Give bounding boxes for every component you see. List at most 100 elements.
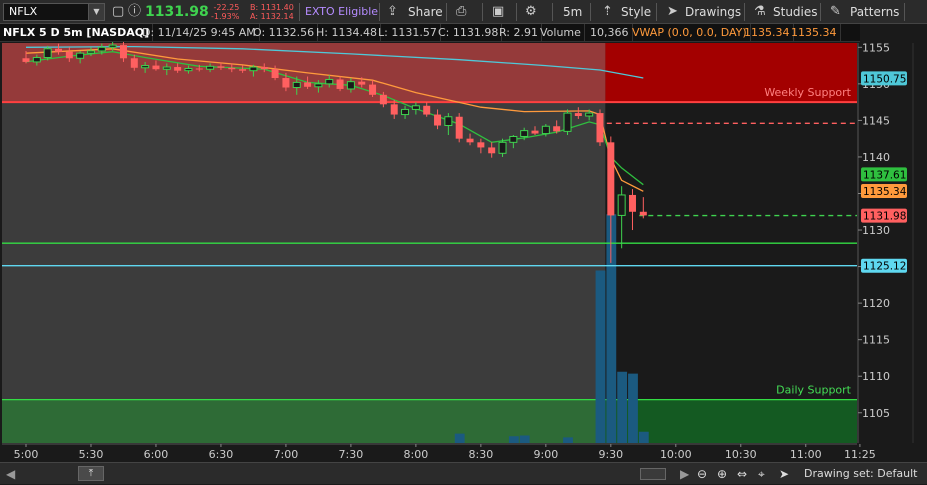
price-tick-label: 1130 [862,224,890,237]
candle-body [379,94,387,105]
vwap-label: VWAP (0.0, 0.0, DAY) [629,24,751,41]
scroll-left-icon[interactable]: ◀ [6,463,15,485]
volume-bar [508,436,519,443]
volume-bar [454,433,465,443]
share-button[interactable]: Share [408,0,443,24]
net-change: -22.25 [213,3,240,12]
link-icon[interactable]: ▢ [112,0,124,24]
drawings-button[interactable]: Drawings [685,0,741,24]
pan-icon[interactable]: ⇔ [737,463,747,485]
volume-bar [606,214,617,443]
candle-body [76,52,85,59]
header-range: R: 2.91 [496,24,542,41]
scroll-right-icon[interactable]: ▶ [680,463,689,485]
candle-body [401,108,410,116]
toolbar-separator [379,3,380,21]
time-tick-label: 7:00 [274,448,299,461]
time-tick-label: 11:00 [790,448,822,461]
cursor-icon[interactable]: ➤ [667,0,678,24]
gear-icon[interactable]: ⚙ [525,0,537,24]
screen-icon[interactable]: ▣ [492,0,504,24]
price-tick-label: 1145 [862,114,890,127]
candle-body [639,211,647,216]
info-icon[interactable]: ⓘ [128,0,141,24]
flask-icon[interactable]: ⚗ [754,0,766,24]
style-icon[interactable]: ⇡ [602,0,613,24]
price-tick-label: 1140 [862,151,890,164]
time-tick-label: 8:00 [404,448,429,461]
expand-panel-icon[interactable]: ⤒ [78,466,104,481]
candle-body [585,112,594,117]
ask-value: A: 1132.14 [250,12,294,21]
vwap-price-label: 1135.34 [863,186,907,198]
candle-body [195,68,203,70]
bid-ask-block: B: 1131.40 A: 1132.14 [250,3,294,21]
candle-body [607,142,615,216]
symbol-input[interactable]: NFLX ▼ [3,3,105,21]
time-axis-background [0,444,927,462]
header-close: C: 1131.98 [435,24,503,41]
percent-change: -1.93% [211,12,240,21]
drawing-set-label[interactable]: Drawing set: Default [804,463,917,485]
candle-body [563,112,572,132]
pointer-icon[interactable]: ➤ [779,463,789,485]
exto-eligible-label[interactable]: EXTO Eligible [305,0,378,24]
volume-bar [563,437,573,443]
snapshot-icon[interactable]: ⎙ [456,0,466,24]
volume-value: 10,366 [587,24,633,41]
candle-body [271,69,279,79]
zoom-in-icon[interactable]: ⊕ [717,463,727,485]
header-high: H: 1134.48 [313,24,381,41]
patterns-button[interactable]: Patterns [850,0,899,24]
candle-body [455,116,463,139]
candle-body [488,147,496,154]
candle-body [228,67,236,70]
last-price-label: 1131.98 [863,211,906,223]
weekly-support-label: Weekly Support [764,86,851,99]
candle-body [520,130,529,137]
volume-bar [519,435,530,443]
candle-body [97,46,106,52]
style-button[interactable]: Style [621,0,651,24]
candle-body [628,194,636,212]
crosshair-icon[interactable]: ⌖ [758,463,765,485]
time-tick-label: 5:00 [14,448,39,461]
candle-body [54,48,62,52]
price-tick-label: 1110 [862,370,890,383]
candle-body [423,105,431,115]
toolbar: NFLX ▼ ▢ ⓘ 1131.98 -22.25 -1.93% B: 1131… [0,0,927,24]
bid-value: B: 1131.40 [250,3,294,12]
symbol-dropdown-icon[interactable]: ▼ [88,4,104,20]
candle-body [239,69,247,71]
vwap-value-2: 1135.34 [788,24,841,41]
candle-body [531,130,539,134]
candle-body [304,82,312,87]
chart-header: NFLX 5 D 5m [NASDAQ] D: 11/14/25 9:45 AM… [0,24,860,42]
volume-bar [595,270,606,443]
volume-label: Volume [537,24,585,41]
candle-body [314,83,323,88]
time-tick-label: 9:00 [533,448,558,461]
candle-body [65,51,73,59]
toolbar-separator [299,3,300,21]
zoom-out-icon[interactable]: ⊖ [697,463,707,485]
patterns-icon[interactable]: ✎ [830,0,841,24]
candle-body [596,113,604,143]
time-tick-label: 10:00 [660,448,692,461]
timeframe-button[interactable]: 5m [563,0,582,24]
price-chart[interactable]: Weekly Support Daily Support 1105 1110 1115 1… [0,24,927,462]
share-icon[interactable]: ⇪ [387,0,398,24]
scrollbar-thumb[interactable] [640,468,666,480]
toolbar-separator [820,3,821,21]
candle-body [249,66,258,72]
volume-bar [628,373,638,443]
candle-body [553,126,561,132]
toolbar-separator [482,3,483,21]
candle-body [574,113,582,117]
price-tick-label: 1120 [862,297,890,310]
candle-body [206,65,215,70]
toolbar-separator [516,3,517,21]
candle-body [434,114,442,126]
last-price: 1131.98 [145,4,209,20]
studies-button[interactable]: Studies [773,0,818,24]
